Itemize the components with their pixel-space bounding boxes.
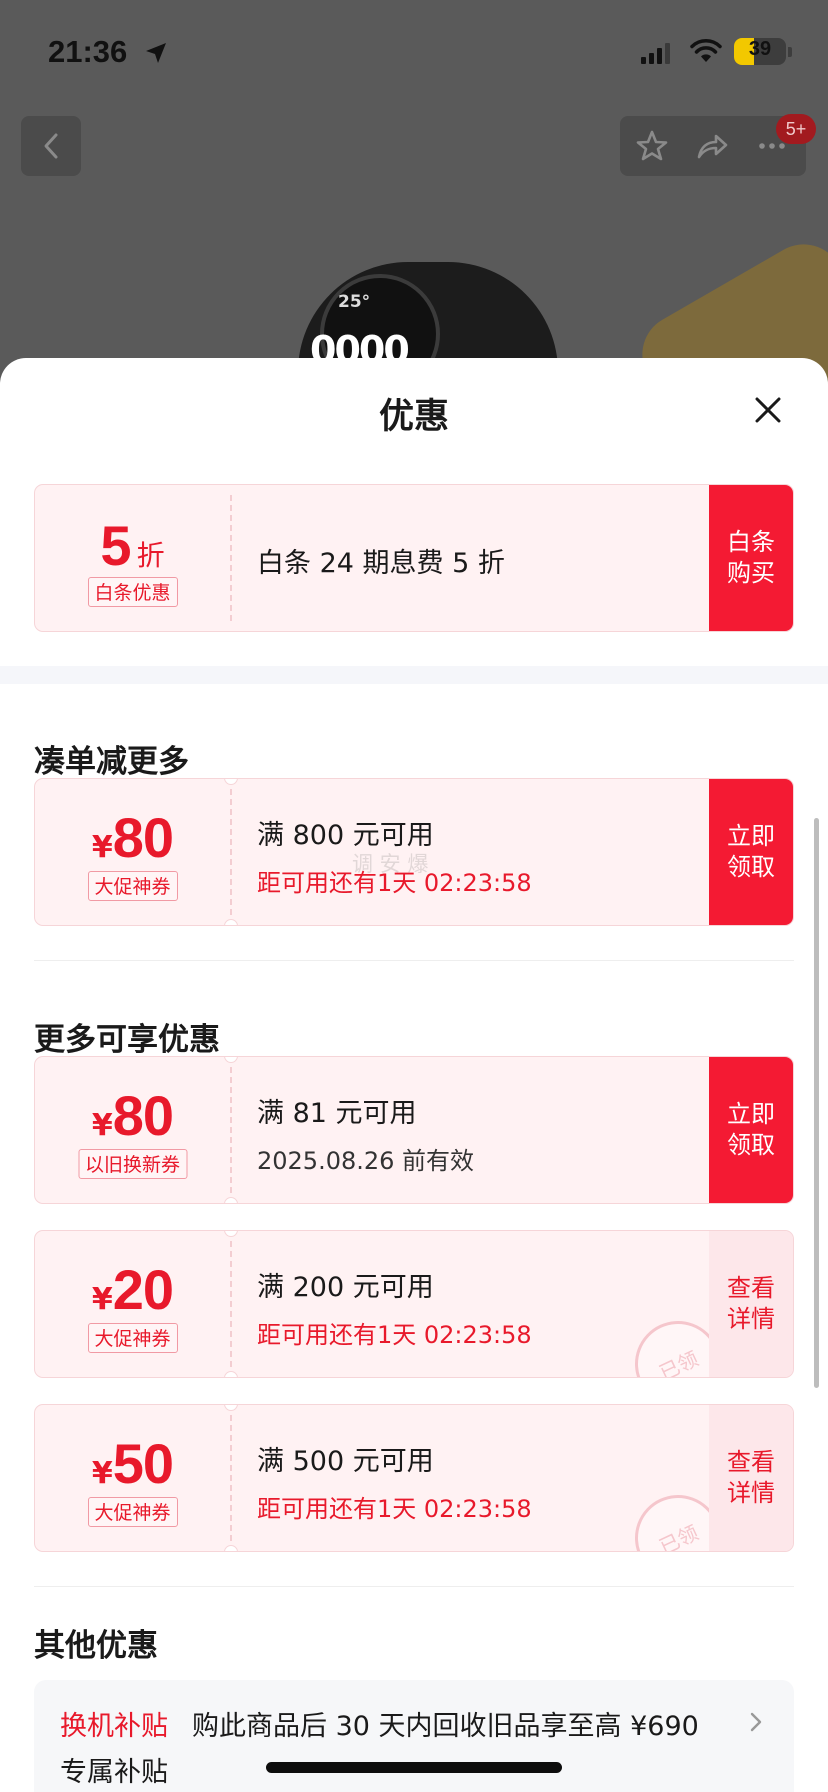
close-icon [755,397,781,423]
battery-icon: 39 [734,38,786,65]
yen-symbol: ¥ [91,1282,113,1317]
view-details-button[interactable]: 查看 详情 [709,1405,793,1551]
coupon-amount: ¥80 [35,1083,230,1148]
trade-in-subsidy-row[interactable]: 换机补贴 购此商品后 30 天内回收旧品享至高 ¥690 专属补贴 [34,1680,794,1792]
section-title-other: 其他优惠 [34,1628,158,1664]
coupon-card: ¥80 以旧换新券 满 81 元可用 2025.08.26 前有效 立即 领取 [34,1056,794,1204]
baitiao-coupon-card: 5折 白条优惠 白条 24 期息费 5 折 白条 购买 [34,484,794,632]
watermark-text: 调 安 爆 [352,852,429,876]
coupon-value-area: ¥80 以旧换新券 [35,1057,230,1203]
watch-temperature: 25° [338,292,371,312]
coupon-value: 80 [112,806,174,869]
cellular-signal-icon [641,43,670,64]
coupon-unit: 折 [136,539,165,572]
claim-coupon-button[interactable]: 立即 领取 [709,779,793,925]
coupon-amount: 5折 [35,513,230,578]
back-icon [44,133,58,159]
coupon-value-area: 5折 白条优惠 [35,485,230,631]
coupon-divider [230,1067,232,1193]
status-time: 21:36 [48,34,128,69]
coupon-value: 5 [100,514,131,577]
close-button[interactable] [748,390,788,430]
coupon-expiry: 2025.08.26 前有效 [257,1147,475,1175]
coupon-condition: 满 800 元可用 [257,820,434,851]
coupon-value: 80 [112,1084,174,1147]
action-label: 立即 领取 [727,1100,775,1159]
coupon-tag: 大促神券 [87,1497,178,1527]
share-icon [697,134,728,159]
coupon-amount: ¥20 [35,1257,230,1322]
view-details-button[interactable]: 查看 详情 [709,1231,793,1377]
wifi-icon [690,39,722,62]
coupon-condition: 满 200 元可用 [257,1272,434,1303]
star-icon [636,130,668,161]
yen-symbol: ¥ [91,1456,113,1491]
coupon-divider [230,1241,232,1367]
coupon-value-area: ¥50 大促神券 [35,1405,230,1551]
action-label: 白条 购买 [727,528,775,587]
coupon-amount: ¥50 [35,1431,230,1496]
back-button[interactable] [21,116,81,176]
coupon-card: ¥50 大促神券 满 500 元可用 距可用还有1天 02:23:58 已领 查… [34,1404,794,1552]
coupon-divider [230,1415,232,1541]
scrollbar[interactable] [814,818,819,1388]
subsidy-text-line2: 专属补贴 [60,1757,168,1788]
coupon-value-area: ¥80 大促神券 [35,779,230,925]
subsidy-text: 购此商品后 30 天内回收旧品享至高 ¥690 [192,1711,699,1742]
coupon-condition: 满 500 元可用 [257,1446,434,1477]
coupon-tag: 白条优惠 [87,577,178,607]
status-bar: 21:36 39 [0,0,828,104]
coupon-countdown: 距可用还有1天 02:23:58 [257,1495,532,1523]
coupon-divider [230,789,232,915]
coupon-tag: 以旧换新券 [77,1149,188,1179]
yen-symbol: ¥ [91,830,113,865]
coupon-tag: 大促神券 [87,871,178,901]
favorite-button[interactable] [634,128,670,164]
divider-line [34,1586,794,1587]
share-button[interactable] [694,128,730,164]
coupon-amount: ¥80 [35,805,230,870]
coupon-card: ¥20 大促神券 满 200 元可用 距可用还有1天 02:23:58 已领 查… [34,1230,794,1378]
coupon-condition: 满 81 元可用 [257,1098,417,1129]
coupon-divider [230,495,232,621]
message-count-badge: 5+ [776,114,816,144]
discount-bottom-sheet: 优惠 5折 白条优惠 白条 24 期息费 5 折 白条 购买 凑单减更多 ¥80… [0,358,828,1792]
coupon-tag: 大促神券 [87,1323,178,1353]
subsidy-label: 换机补贴 [60,1711,168,1742]
baitiao-buy-button[interactable]: 白条 购买 [709,485,793,631]
coupon-value: 20 [112,1258,174,1321]
section-separator [0,666,828,684]
coupon-value: 50 [112,1432,174,1495]
sheet-title: 优惠 [378,397,449,437]
section-title-combine: 凑单减更多 [34,744,189,780]
battery-nub [788,47,792,57]
chevron-right-icon [750,1712,762,1732]
claim-coupon-button[interactable]: 立即 领取 [709,1057,793,1203]
location-arrow-icon [146,43,166,63]
coupon-condition: 白条 24 期息费 5 折 [257,548,505,579]
action-label: 查看 详情 [727,1274,775,1333]
coupon-value-area: ¥20 大促神券 [35,1231,230,1377]
section-title-more: 更多可享优惠 [34,1022,220,1058]
coupon-countdown: 距可用还有1天 02:23:58 [257,1321,532,1349]
action-label: 查看 详情 [727,1448,775,1507]
battery-level: 39 [748,38,772,60]
yen-symbol: ¥ [91,1108,113,1143]
divider-line [34,960,794,961]
action-label: 立即 领取 [727,822,775,881]
home-indicator[interactable] [266,1762,562,1773]
